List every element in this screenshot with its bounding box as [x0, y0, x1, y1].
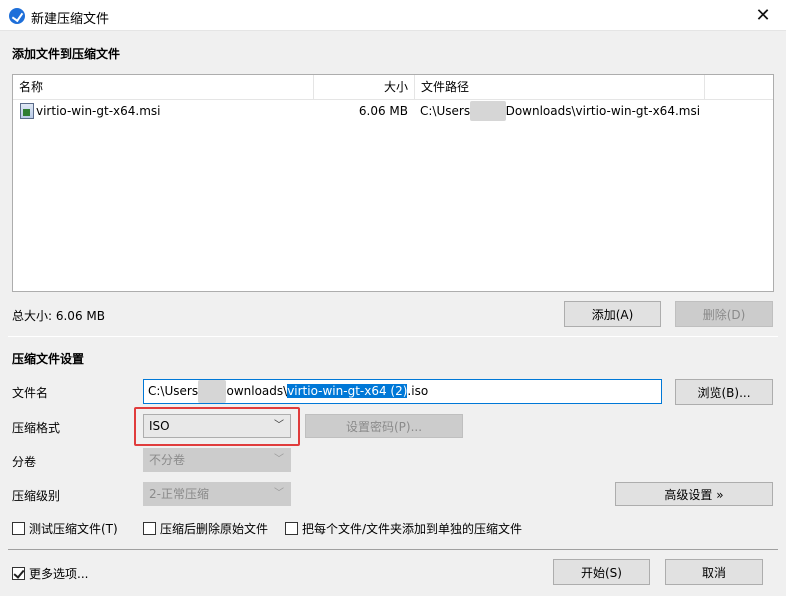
volume-label: 分卷 [12, 455, 37, 469]
file-path-prefix: C:\Users [420, 104, 471, 118]
filename-selection: virtio-win-gt-x64 (2) [287, 384, 408, 398]
separate-archives-label: 把每个文件/文件夹添加到单独的压缩文件 [302, 522, 523, 536]
title-bar: 新建压缩文件 ✕ [0, 0, 786, 31]
close-icon: ✕ [755, 5, 771, 26]
set-password-button[interactable]: 设置密码(P)... [305, 414, 463, 438]
delete-button[interactable]: 删除(D) [675, 301, 773, 327]
separate-archives-checkbox[interactable]: 把每个文件/文件夹添加到单独的压缩文件 [285, 520, 522, 537]
file-list-header: 名称 大小 文件路径 [13, 75, 773, 100]
close-button[interactable]: ✕ [740, 0, 786, 31]
level-label: 压缩级别 [12, 489, 61, 503]
filename-ext: .iso [407, 384, 429, 398]
redacted-username: xxxx [198, 380, 227, 403]
filename-label: 文件名 [12, 386, 49, 400]
more-options-checkbox[interactable]: 更多选项... [12, 565, 88, 582]
format-label: 压缩格式 [12, 421, 61, 435]
column-header-path[interactable]: 文件路径 [415, 75, 705, 100]
delete-after-label: 压缩后删除原始文件 [160, 522, 269, 536]
advanced-settings-button[interactable]: 高级设置 » [615, 482, 773, 506]
column-header-name[interactable]: 名称 [13, 75, 314, 100]
chevron-down-icon: ﹀ [274, 454, 284, 465]
browse-button[interactable]: 浏览(B)... [675, 379, 773, 405]
chevron-down-icon: ﹀ [274, 488, 284, 499]
checkbox-icon [143, 522, 156, 535]
window-title: 新建压缩文件 [31, 12, 110, 27]
add-section-title: 添加文件到压缩文件 [12, 47, 121, 61]
file-name-cell: virtio-win-gt-x64.msi [36, 104, 161, 118]
format-highlight-box [134, 407, 300, 446]
test-archive-checkbox[interactable]: 测试压缩文件(T) [12, 520, 118, 537]
filename-input[interactable]: C:\Usersxxxxownloads\virtio-win-gt-x64 (… [143, 379, 662, 404]
cancel-button[interactable]: 取消 [665, 559, 763, 585]
checkbox-icon [12, 522, 25, 535]
file-path-suffix: Downloads\virtio-win-gt-x64.msi [505, 104, 701, 118]
section-divider [8, 336, 778, 337]
file-list-row[interactable]: virtio-win-gt-x64.msi 6.06 MB C:\Usersxx… [13, 101, 773, 121]
checkbox-icon [285, 522, 298, 535]
file-path-cell: C:\UsersxxxxxDownloads\virtio-win-gt-x64… [420, 101, 760, 121]
level-value: 2-正常压缩 [149, 487, 209, 501]
test-archive-label: 测试压缩文件(T) [29, 522, 118, 536]
filename-mid: ownloads\ [226, 384, 288, 398]
file-list[interactable]: 名称 大小 文件路径 virtio-win-gt-x64.msi 6.06 MB… [12, 74, 774, 292]
msi-file-icon [20, 103, 34, 119]
redacted-username: xxxxx [470, 101, 506, 121]
volume-value: 不分卷 [149, 453, 186, 467]
file-size-cell: 6.06 MB [358, 104, 408, 118]
checkbox-icon [12, 567, 25, 580]
add-button[interactable]: 添加(A) [564, 301, 661, 327]
settings-section-title: 压缩文件设置 [12, 352, 85, 366]
delete-after-checkbox[interactable]: 压缩后删除原始文件 [143, 520, 268, 537]
filename-prefix: C:\Users [148, 384, 199, 398]
app-logo-icon [9, 8, 25, 24]
more-options-label: 更多选项... [29, 567, 89, 581]
level-select[interactable]: 2-正常压缩 ﹀ [143, 482, 291, 506]
footer-divider [8, 549, 778, 550]
volume-select[interactable]: 不分卷 ﹀ [143, 448, 291, 472]
total-size-label: 总大小: 6.06 MB [12, 309, 105, 323]
start-button[interactable]: 开始(S) [553, 559, 650, 585]
column-header-size[interactable]: 大小 [314, 75, 415, 100]
